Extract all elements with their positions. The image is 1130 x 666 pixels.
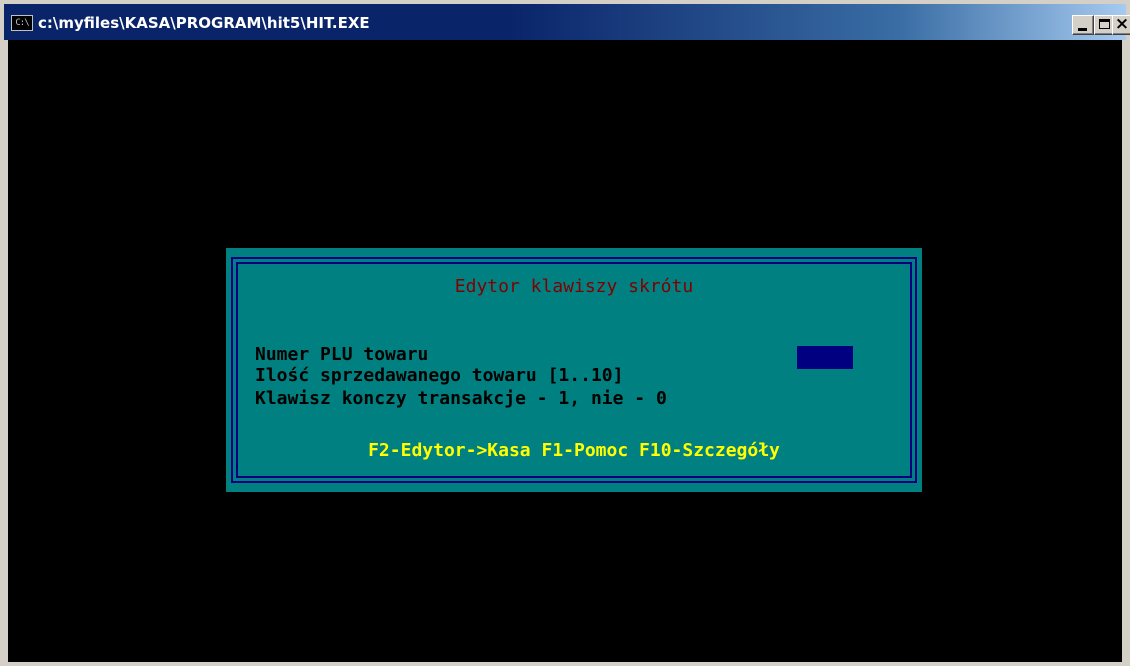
minimize-button[interactable] [1072, 15, 1094, 35]
window-title: c:\myfiles\KASA\PROGRAM\hit5\HIT.EXE [38, 14, 370, 32]
close-button[interactable]: × [1112, 15, 1130, 35]
maximize-icon [1099, 19, 1110, 29]
close-icon: × [1114, 14, 1130, 34]
console-area[interactable]: Edytor klawiszy skrótu Numer PLU towaru … [8, 40, 1122, 662]
dialog-title: Edytor klawiszy skrótu [454, 276, 694, 297]
plu-number-label: Numer PLU towaru [255, 344, 429, 365]
ends-transaction-label: Klawisz konczy transakcje - 1, nie - 0 [255, 388, 667, 409]
shortcut-key-editor-dialog: Edytor klawiszy skrótu Numer PLU towaru … [226, 248, 922, 492]
hotkey-hints: F2-Edytor->Kasa F1-Pomoc F10-Szczegóły [368, 440, 780, 461]
console-window: C:\ c:\myfiles\KASA\PROGRAM\hit5\HIT.EXE… [0, 0, 1130, 666]
cmd-console-icon[interactable]: C:\ [11, 15, 33, 31]
minimize-icon [1078, 28, 1087, 31]
quantity-label: Ilość sprzedawanego towaru [1..10] [255, 365, 624, 386]
title-bar[interactable]: C:\ c:\myfiles\KASA\PROGRAM\hit5\HIT.EXE… [4, 4, 1130, 40]
plu-number-input[interactable] [797, 346, 853, 369]
